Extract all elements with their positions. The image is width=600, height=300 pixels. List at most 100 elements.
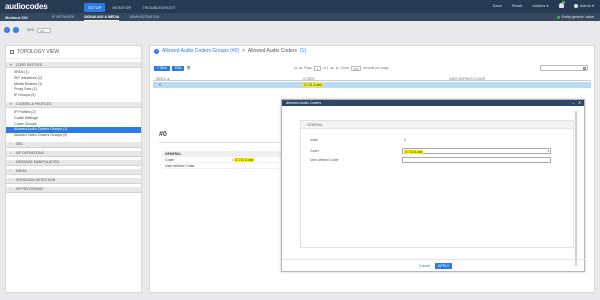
pager-next[interactable]: ▸▸ <box>331 66 334 70</box>
chevron-right-icon: › <box>10 187 12 192</box>
dialog-title: Allowed Audio Coders <box>286 101 322 105</box>
pager-last[interactable]: ▸| <box>336 66 339 70</box>
detail-row-user-defined-coder: User-defined Coder <box>162 163 282 169</box>
section-label: SBC <box>16 142 23 147</box>
pager-first[interactable]: |◂ <box>294 66 297 70</box>
section-label: SIP DEFINITIONS <box>16 151 44 156</box>
coder-select-value: G.711 A-law <box>404 149 424 154</box>
cell-coder: G.711 A-law <box>303 82 323 87</box>
section-media[interactable]: › MEDIA <box>6 167 141 175</box>
breadcrumb-parent-link[interactable]: Allowed Audio Coders Groups (#0) <box>162 48 239 54</box>
new-button[interactable]: + New <box>154 66 171 71</box>
trash-icon[interactable]: 🗑 <box>186 66 191 71</box>
sub-bar: Mediant SW IP NETWORK SIGNALING & MEDIA … <box>0 13 600 21</box>
section-message-manipulation[interactable]: › MESSAGE MANIPULATION <box>6 158 141 166</box>
nav-troubleshoot[interactable]: TROUBLESHOOT <box>138 3 179 12</box>
back-button[interactable]: ‹ <box>4 27 10 33</box>
section-coders-profiles[interactable]: ▾ CODERS & PROFILES <box>6 100 141 108</box>
detail-value-text: G.711 A-law <box>234 158 255 162</box>
page-number-input[interactable]: 1 <box>313 66 321 71</box>
detail-table: GENERAL Coder • G.711 A-law User-defined… <box>162 151 282 169</box>
dialog-section-header: GENERAL <box>301 121 573 129</box>
edit-dialog: Allowed Audio Coders – ✕ GENERAL Index 0… <box>281 99 586 272</box>
user-menu[interactable]: Admin ▾ <box>573 3 594 8</box>
pager-page-label: Page <box>304 66 312 71</box>
nav-monitor[interactable]: MONITOR <box>108 3 135 12</box>
index-label: Index <box>310 138 319 142</box>
user-defined-coder-input[interactable] <box>402 157 551 163</box>
device-name: Mediant SW <box>5 15 28 20</box>
section-intrusion-detection[interactable]: › INTRUSION DETECTION <box>6 176 141 184</box>
tab-administration[interactable]: ADMINISTRATION <box>129 15 159 21</box>
home-icon[interactable] <box>10 50 14 54</box>
tab-signaling-media[interactable]: SIGNALING & MEDIA <box>84 15 120 21</box>
apply-button[interactable]: APPLY <box>435 263 453 269</box>
minimize-icon[interactable]: – <box>572 100 574 106</box>
topology-title-text: TOPOLOGY VIEW <box>17 49 60 55</box>
section-sip-recording[interactable]: › SIP RECORDING <box>6 185 141 193</box>
dialog-title-bar: Allowed Audio Coders – ✕ <box>282 100 584 106</box>
coder-label: Coder <box>310 149 319 153</box>
history-row: ‹ › SRD All <box>4 27 52 33</box>
forward-button[interactable]: › <box>13 27 19 33</box>
search-input[interactable] <box>540 65 588 71</box>
section-sip-definitions[interactable]: › SIP DEFINITIONS <box>6 149 141 157</box>
edit-button[interactable]: Edit <box>172 66 185 71</box>
srd-select[interactable]: All <box>37 27 52 33</box>
tab-ip-network[interactable]: IP NETWORK <box>52 15 74 21</box>
breadcrumb-separator: > <box>242 48 245 54</box>
status-dot-icon <box>556 15 560 19</box>
actions-menu[interactable]: Actions ▾ <box>532 3 548 8</box>
user-menu-label: Admin ▾ <box>579 3 594 8</box>
column-header-user-defined-coder[interactable]: USER-DEFINED CODER <box>449 77 485 81</box>
section-sbc[interactable]: › SBC <box>6 140 141 148</box>
dialog-scrollbar[interactable] <box>575 111 577 266</box>
bell-icon[interactable] <box>558 1 565 8</box>
section-core-entities[interactable]: ▾ CORE ENTITIES <box>6 61 141 68</box>
notification-badge <box>561 1 565 4</box>
detail-record-id: #0 <box>159 131 167 138</box>
coder-select[interactable]: G.711 A-law ▾ <box>402 148 551 154</box>
section-label: MESSAGE MANIPULATION <box>16 160 59 165</box>
chevron-right-icon: › <box>10 178 12 183</box>
dialog-footer: Cancel APPLY <box>282 259 586 271</box>
chevron-down-icon: ▾ <box>10 62 12 67</box>
save-button[interactable]: Save <box>493 3 502 8</box>
table-row[interactable]: 0 G.711 A-law <box>153 82 591 88</box>
page-size-select[interactable]: 10 ▾ <box>351 66 362 71</box>
column-header-index[interactable]: INDEX ▲ <box>156 77 170 81</box>
user-icon <box>573 3 578 8</box>
header-actions: Save Reset Actions ▾ Admin ▾ <box>493 1 594 8</box>
pager-show-label: Show <box>340 66 350 71</box>
dialog-body: GENERAL Index 0 Coder G.711 A-law ▾ User… <box>300 120 574 248</box>
column-header-coder[interactable]: CODER <box>303 77 315 81</box>
section-label: CORE ENTITIES <box>16 62 42 67</box>
reset-button[interactable]: Reset <box>512 3 522 8</box>
pager-prev[interactable]: ◂◂ <box>299 66 302 70</box>
table-header: INDEX ▲ CODER USER-DEFINED CODER <box>153 76 591 81</box>
chevron-down-icon: ▾ <box>10 102 12 107</box>
status-text: Entity generic: value <box>561 15 594 19</box>
section-label: SIP RECORDING <box>16 187 44 192</box>
detail-label: User-defined Coder <box>165 164 195 168</box>
nav-setup[interactable]: SETUP <box>84 3 106 12</box>
dialog-controls: – ✕ <box>572 100 581 106</box>
detail-label: Coder <box>165 158 175 162</box>
cell-index: 0 <box>159 82 161 87</box>
top-bar: audiocodes SETUP MONITOR TROUBLESHOOT Sa… <box>0 0 600 13</box>
topology-panel: TOPOLOGY VIEW ▾ CORE ENTITIES SRDs (1) S… <box>5 45 142 293</box>
breadcrumb: ‹ Allowed Audio Coders Groups (#0) > All… <box>154 48 306 54</box>
sub-nav: IP NETWORK SIGNALING & MEDIA ADMINISTRAT… <box>52 15 159 21</box>
user-defined-coder-label: User-defined Coder <box>310 158 339 162</box>
chevron-right-icon: › <box>10 160 12 165</box>
close-icon[interactable]: ✕ <box>578 100 581 106</box>
audiocodes-logo: audiocodes <box>5 2 48 11</box>
chevron-right-icon: › <box>10 169 12 174</box>
chevron-right-icon: › <box>10 142 12 147</box>
detail-divider <box>159 142 283 143</box>
cancel-button[interactable]: Cancel <box>419 264 430 268</box>
breadcrumb-current: Allowed Audio Coders <box>247 48 297 54</box>
pager-of-label: of 1 <box>322 66 329 71</box>
back-arrow-icon[interactable]: ‹ <box>154 48 159 54</box>
index-value: 0 <box>404 138 406 142</box>
